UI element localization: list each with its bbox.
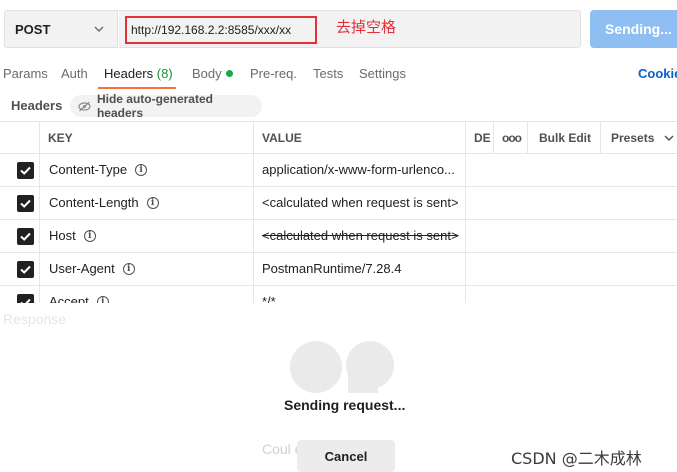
- column-divider: [493, 121, 494, 154]
- astronaut-illustration-icon: [290, 341, 394, 393]
- send-button[interactable]: Sending...: [590, 10, 677, 48]
- tab-params[interactable]: Params: [3, 66, 48, 81]
- column-divider: [600, 121, 601, 154]
- header-key[interactable]: Accept i: [49, 294, 109, 303]
- header-value[interactable]: PostmanRuntime/7.28.4: [262, 261, 401, 276]
- headers-section-label: Headers: [11, 98, 63, 113]
- row-checkbox[interactable]: [17, 228, 34, 245]
- header-key-text: Accept: [49, 294, 89, 303]
- row-checkbox[interactable]: [17, 261, 34, 278]
- chevron-down-icon: [94, 26, 104, 32]
- method-label: POST: [15, 21, 51, 37]
- header-key[interactable]: User-Agent i: [49, 261, 135, 276]
- presets-dropdown[interactable]: Presets: [611, 131, 674, 145]
- column-value: VALUE: [262, 131, 302, 145]
- more-options-button[interactable]: ooo: [502, 131, 522, 145]
- url-text: http://192.168.2.2:8585/xxx/xx: [131, 23, 292, 37]
- tab-pre-request[interactable]: Pre-req.: [250, 66, 297, 81]
- watermark: CSDN @二木成林: [511, 449, 642, 468]
- info-icon[interactable]: i: [96, 295, 109, 303]
- request-bar: POST http://192.168.2.2:8585/xxx/xx 去掉空格…: [0, 0, 677, 58]
- header-key-text: User-Agent: [49, 261, 115, 276]
- checkmark-icon: [20, 265, 31, 274]
- active-tab-underline: [98, 87, 176, 89]
- cancel-button[interactable]: Cancel: [297, 440, 395, 472]
- hide-auto-headers-label: Hide auto-generated headers: [96, 92, 213, 120]
- header-key-text: Content-Type: [49, 162, 128, 177]
- response-pane: Response Sending request... Coul est Can…: [0, 303, 677, 472]
- table-row: Content-Length i <calculated when request…: [0, 187, 677, 220]
- tab-tests[interactable]: Tests: [313, 66, 343, 81]
- tab-settings[interactable]: Settings: [359, 66, 406, 81]
- cookies-link[interactable]: Cookie: [638, 66, 677, 81]
- chevron-down-icon: [664, 135, 674, 141]
- checkmark-icon: [20, 232, 31, 241]
- table-row: Host i <calculated when request is sent>: [0, 220, 677, 253]
- header-key[interactable]: Host i: [49, 228, 96, 243]
- info-icon[interactable]: i: [146, 196, 159, 209]
- row-checkbox[interactable]: [17, 294, 34, 303]
- checkmark-icon: [20, 166, 31, 175]
- header-key-text: Host: [49, 228, 76, 243]
- table-row: Content-Type i application/x-www-form-url…: [0, 154, 677, 187]
- header-value[interactable]: <calculated when request is sent>: [262, 195, 459, 210]
- body-indicator-dot: [225, 70, 233, 77]
- info-icon[interactable]: i: [135, 163, 148, 176]
- info-icon[interactable]: i: [122, 262, 135, 275]
- header-value[interactable]: application/x-www-form-urlenco...: [262, 162, 455, 177]
- tab-headers[interactable]: Headers (8): [104, 66, 173, 81]
- eye-off-icon: [78, 101, 91, 111]
- row-checkbox[interactable]: [17, 162, 34, 179]
- table-row: User-Agent i PostmanRuntime/7.28.4: [0, 253, 677, 286]
- request-tabs: Params Auth Headers (8) Body Pre-req. Te…: [0, 58, 677, 90]
- table-row: Accept i */*: [0, 286, 677, 303]
- header-key[interactable]: Content-Type i: [49, 162, 148, 177]
- checkmark-icon: [20, 298, 31, 303]
- method-select[interactable]: POST: [4, 10, 118, 48]
- table-header-row: KEY VALUE DE ooo Bulk Edit Presets: [0, 121, 677, 154]
- hide-auto-headers-button[interactable]: Hide auto-generated headers: [70, 92, 262, 120]
- tab-headers-label: Headers: [104, 66, 154, 81]
- headers-table: KEY VALUE DE ooo Bulk Edit Presets Conte…: [0, 121, 677, 303]
- header-value[interactable]: */*: [262, 294, 276, 303]
- tab-body-label: Body: [192, 66, 222, 81]
- tab-body[interactable]: Body: [192, 66, 233, 81]
- header-key-text: Content-Length: [49, 195, 139, 210]
- header-key[interactable]: Content-Length i: [49, 195, 159, 210]
- sending-status: Sending request...: [284, 397, 406, 413]
- annotation-note: 去掉空格: [336, 18, 397, 36]
- response-label: Response: [3, 311, 67, 327]
- column-key: KEY: [48, 131, 73, 145]
- info-icon[interactable]: i: [83, 229, 96, 242]
- tab-headers-count: (8): [156, 66, 173, 81]
- presets-label: Presets: [611, 131, 655, 145]
- tab-auth[interactable]: Auth: [61, 66, 88, 81]
- row-checkbox[interactable]: [17, 195, 34, 212]
- column-description: DE: [474, 131, 491, 145]
- url-highlight-box: http://192.168.2.2:8585/xxx/xx: [125, 16, 317, 44]
- checkmark-icon: [20, 199, 31, 208]
- header-value[interactable]: <calculated when request is sent>: [262, 228, 459, 243]
- column-divider: [527, 121, 528, 154]
- bulk-edit-button[interactable]: Bulk Edit: [539, 131, 591, 145]
- headers-subbar: Headers Hide auto-generated headers: [0, 92, 677, 120]
